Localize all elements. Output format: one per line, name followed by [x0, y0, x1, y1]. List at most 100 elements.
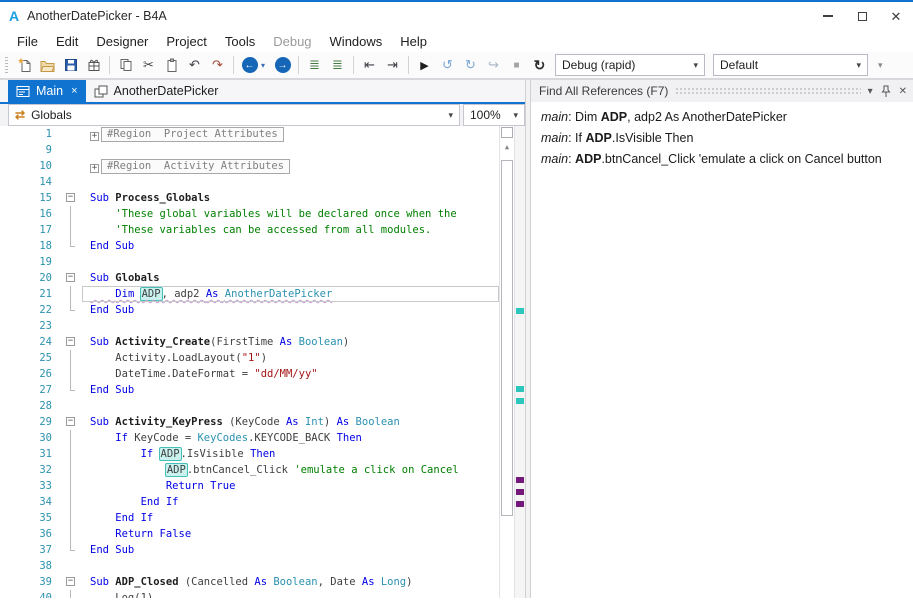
code-line-36[interactable]: 36 Return False	[0, 526, 499, 542]
indent-icon[interactable]: ⇥	[381, 54, 404, 77]
expand-icon[interactable]: +	[90, 132, 99, 141]
step-out-icon[interactable]: ↪	[482, 54, 505, 77]
stop-icon[interactable]: ■	[505, 54, 528, 77]
menu-project[interactable]: Project	[157, 32, 215, 51]
code-line-19[interactable]: 19	[0, 254, 499, 270]
close-button[interactable]: ✕	[879, 2, 913, 30]
fold-margin[interactable]: −	[64, 190, 82, 206]
panel-drag-area[interactable]	[675, 87, 860, 96]
restart-icon[interactable]: ↻	[528, 54, 551, 77]
pin-icon[interactable]	[880, 85, 892, 98]
save-icon[interactable]	[59, 54, 82, 77]
code-line-28[interactable]: 28	[0, 398, 499, 414]
code-line-1[interactable]: 1+#Region Project Attributes	[0, 126, 499, 142]
code-line-26[interactable]: 26 DateTime.DateFormat = "dd/MM/yy"	[0, 366, 499, 382]
menu-windows[interactable]: Windows	[321, 32, 392, 51]
collapse-icon[interactable]: −	[66, 577, 75, 586]
navigate-back-dropdown[interactable]: ▾	[261, 61, 271, 70]
uncomment-icon[interactable]: ≣	[326, 54, 349, 77]
menu-file[interactable]: File	[8, 32, 47, 51]
code-line-25[interactable]: 25 Activity.LoadLayout("1")	[0, 350, 499, 366]
code-line-23[interactable]: 23	[0, 318, 499, 334]
code-line-21[interactable]: 21 Dim ADP, adp2 As AnotherDatePicker	[0, 286, 499, 302]
collapse-icon[interactable]: −	[66, 417, 75, 426]
code-line-27[interactable]: 27End Sub	[0, 382, 499, 398]
comment-icon[interactable]: ≣	[303, 54, 326, 77]
panel-menu-chevron-icon[interactable]: ▾	[868, 86, 873, 97]
fold-margin[interactable]: −	[64, 414, 82, 430]
code-line-40[interactable]: 40 Log(1)	[0, 590, 499, 598]
scroll-marker[interactable]	[516, 489, 524, 495]
code-editor[interactable]: 1+#Region Project Attributes910+#Region …	[0, 126, 525, 598]
package-icon[interactable]	[82, 54, 105, 77]
menu-help[interactable]: Help	[391, 32, 436, 51]
navigate-back-icon[interactable]: ←	[238, 54, 261, 77]
menu-edit[interactable]: Edit	[47, 32, 87, 51]
toolbar-overflow-button[interactable]: ▾	[878, 60, 883, 71]
new-file-icon[interactable]	[13, 54, 36, 77]
code-line-29[interactable]: 29−Sub Activity_KeyPress (KeyCode As Int…	[0, 414, 499, 430]
split-handle[interactable]	[501, 127, 513, 138]
code-line-14[interactable]: 14	[0, 174, 499, 190]
tab-anotherdatepicker[interactable]: AnotherDatePicker	[86, 80, 227, 102]
code-line-18[interactable]: 18End Sub	[0, 238, 499, 254]
open-folder-icon[interactable]	[36, 54, 59, 77]
panel-close-icon[interactable]: ✕	[899, 86, 907, 97]
code-line-10[interactable]: 10+#Region Activity Attributes	[0, 158, 499, 174]
expand-icon[interactable]: +	[90, 164, 99, 173]
code-line-38[interactable]: 38	[0, 558, 499, 574]
code-line-32[interactable]: 32 ADP.btnCancel_Click 'emulate a click …	[0, 462, 499, 478]
menu-designer[interactable]: Designer	[87, 32, 157, 51]
code-line-24[interactable]: 24−Sub Activity_Create(FirstTime As Bool…	[0, 334, 499, 350]
scroll-marker[interactable]	[516, 308, 524, 314]
code-line-37[interactable]: 37End Sub	[0, 542, 499, 558]
collapse-icon[interactable]: −	[66, 273, 75, 282]
scroll-marker[interactable]	[516, 501, 524, 507]
code-line-20[interactable]: 20−Sub Globals	[0, 270, 499, 286]
zoom-selector[interactable]: 100% ▾	[463, 104, 525, 126]
run-icon[interactable]: ▶	[413, 54, 436, 77]
code-line-34[interactable]: 34 End If	[0, 494, 499, 510]
toolbar-grip[interactable]	[5, 57, 8, 73]
step-into-icon[interactable]: ↺	[436, 54, 459, 77]
code-line-31[interactable]: 31 If ADP.IsVisible Then	[0, 446, 499, 462]
code-line-16[interactable]: 16 'These global variables will be decla…	[0, 206, 499, 222]
scroll-marker[interactable]	[516, 398, 524, 404]
vertical-scrollbar[interactable]: ▲	[499, 126, 515, 598]
build-configuration-selector[interactable]: Debug (rapid)▾	[555, 54, 705, 76]
code-line-35[interactable]: 35 End If	[0, 510, 499, 526]
tab-main[interactable]: Main×	[8, 80, 86, 102]
maximize-button[interactable]	[845, 2, 879, 30]
cut-icon[interactable]: ✂	[137, 54, 160, 77]
scroll-marker[interactable]	[516, 386, 524, 392]
scroll-up-arrow-icon[interactable]: ▲	[500, 140, 514, 154]
reference-result-1[interactable]: main: Dim ADP, adp2 As AnotherDatePicker	[531, 107, 913, 128]
reference-result-2[interactable]: main: If ADP.IsVisible Then	[531, 128, 913, 149]
fold-margin[interactable]: −	[64, 334, 82, 350]
redo-icon[interactable]: ↷	[206, 54, 229, 77]
code-line-33[interactable]: 33 Return True	[0, 478, 499, 494]
undo-icon[interactable]: ↶	[183, 54, 206, 77]
step-over-icon[interactable]: ↻	[459, 54, 482, 77]
code-line-17[interactable]: 17 'These variables can be accessed from…	[0, 222, 499, 238]
tab-close-icon[interactable]: ×	[71, 85, 77, 97]
reference-result-3[interactable]: main: ADP.btnCancel_Click 'emulate a cli…	[531, 149, 913, 170]
menu-tools[interactable]: Tools	[216, 32, 264, 51]
fold-margin[interactable]: −	[64, 270, 82, 286]
minimize-button[interactable]	[811, 2, 845, 30]
code-line-9[interactable]: 9	[0, 142, 499, 158]
scrollbar-thumb[interactable]	[501, 160, 513, 516]
scroll-marker[interactable]	[516, 477, 524, 483]
fold-margin[interactable]: −	[64, 574, 82, 590]
build-flavor-selector[interactable]: Default▾	[713, 54, 868, 76]
collapse-icon[interactable]: −	[66, 337, 75, 346]
scope-selector[interactable]: ⇄ Globals ▾	[8, 104, 460, 126]
navigate-forward-icon[interactable]: →	[271, 54, 294, 77]
copy-icon[interactable]	[114, 54, 137, 77]
code-line-30[interactable]: 30 If KeyCode = KeyCodes.KEYCODE_BACK Th…	[0, 430, 499, 446]
code-line-39[interactable]: 39−Sub ADP_Closed (Cancelled As Boolean,…	[0, 574, 499, 590]
code-line-22[interactable]: 22End Sub	[0, 302, 499, 318]
outdent-icon[interactable]: ⇤	[358, 54, 381, 77]
collapse-icon[interactable]: −	[66, 193, 75, 202]
code-line-15[interactable]: 15−Sub Process_Globals	[0, 190, 499, 206]
